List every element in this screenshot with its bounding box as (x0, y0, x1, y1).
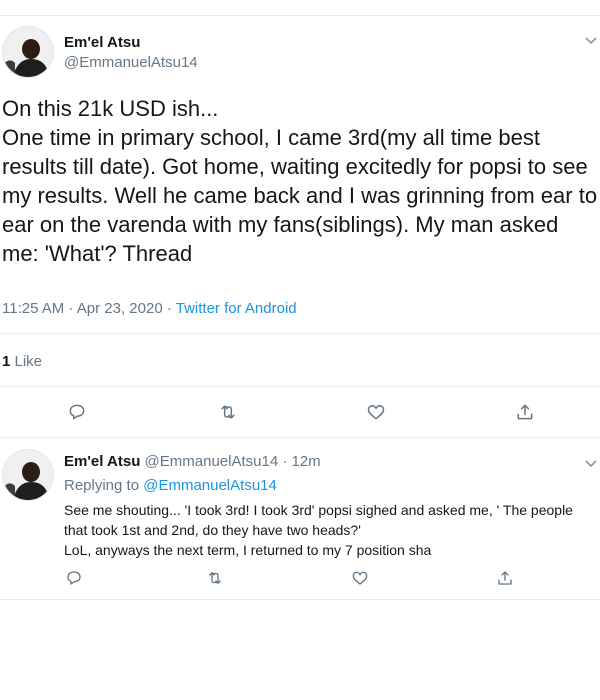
replying-to: Replying to @EmmanuelAtsu14 (64, 477, 277, 494)
meta-separator: · (162, 300, 176, 317)
likes-stat[interactable]: 1 Like (2, 353, 42, 370)
reply-header: Em'el Atsu @EmmanuelAtsu14 · 12m (64, 453, 321, 470)
share-icon[interactable] (496, 569, 514, 587)
top-border (0, 15, 600, 16)
tweet-meta: 11:25 AM · Apr 23, 2020 · Twitter for An… (2, 300, 297, 317)
chevron-down-icon[interactable] (583, 455, 599, 471)
retweet-icon[interactable] (218, 402, 238, 422)
divider (0, 437, 600, 438)
reply-icon[interactable] (65, 569, 83, 587)
tweet-timestamp[interactable]: 11:25 AM · Apr 23, 2020 (2, 300, 163, 317)
tweet-text: On this 21k USD ish... One time in prima… (2, 96, 598, 266)
chevron-down-icon[interactable] (583, 32, 599, 48)
likes-label: Like (10, 353, 43, 370)
replying-to-link[interactable]: @EmmanuelAtsu14 (143, 477, 277, 494)
heart-icon[interactable] (351, 569, 369, 587)
replying-prefix: Replying to (64, 477, 144, 494)
retweet-icon[interactable] (206, 569, 224, 587)
author-name[interactable]: Em'el Atsu (64, 34, 140, 51)
share-icon[interactable] (515, 402, 535, 422)
author-handle[interactable]: @EmmanuelAtsu14 (64, 54, 198, 71)
avatar[interactable] (2, 26, 54, 78)
tweet-source-link[interactable]: Twitter for Android (176, 300, 297, 317)
divider (0, 333, 600, 334)
reply-text: See me shouting... 'I took 3rd! I took 3… (64, 500, 594, 560)
reply-avatar[interactable] (2, 449, 54, 501)
divider (0, 599, 600, 600)
reply-text-line1: See me shouting... 'I took 3rd! I took 3… (64, 502, 573, 538)
reply-handle-time[interactable]: @EmmanuelAtsu14 · 12m (145, 453, 321, 470)
reply-text-line2: LoL, anyways the next term, I returned t… (64, 542, 432, 558)
divider (0, 386, 600, 387)
reply-author-name[interactable]: Em'el Atsu (64, 453, 140, 470)
heart-icon[interactable] (366, 402, 386, 422)
reply-icon[interactable] (67, 402, 87, 422)
